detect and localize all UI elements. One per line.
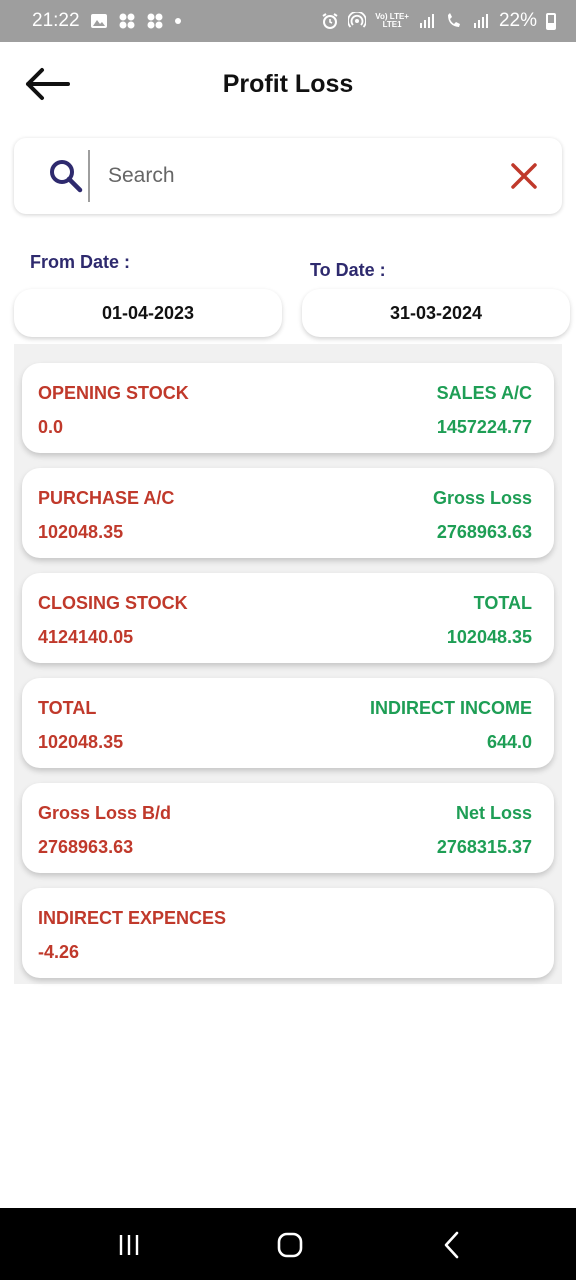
- credit-title: INDIRECT INCOME: [370, 698, 532, 718]
- debit-value: 4124140.05: [38, 627, 134, 647]
- search-icon[interactable]: [48, 158, 84, 194]
- battery-icon: [546, 12, 556, 30]
- list-item: PURCHASE A/C 102048.35 Gross Loss 276896…: [22, 468, 554, 558]
- credit-title: TOTAL: [473, 593, 532, 613]
- debit-value: 0.0: [38, 417, 64, 437]
- debit-value: 2768963.63: [38, 837, 134, 857]
- hotspot-icon: [348, 12, 367, 28]
- status-left: 21:22: [32, 10, 182, 32]
- clear-search-icon[interactable]: [510, 162, 538, 190]
- app-notification-icon: [119, 13, 135, 29]
- from-date-label: From Date :: [30, 252, 131, 272]
- credit-title: Net Loss: [455, 803, 532, 823]
- to-date-picker[interactable]: 31-03-2024: [302, 289, 570, 337]
- to-date-label: To Date :: [310, 260, 386, 280]
- credit-value: 1457224.77: [436, 417, 532, 437]
- credit-value: 2768315.37: [436, 837, 532, 857]
- battery-percent: 22%: [498, 10, 537, 31]
- signal-icon-2: [473, 14, 488, 28]
- debit-title: CLOSING STOCK: [38, 593, 188, 613]
- debit-title: OPENING STOCK: [38, 383, 189, 403]
- wifi-calling-icon: [447, 13, 460, 27]
- more-notifications-dot-icon: [174, 18, 181, 24]
- back-nav-icon[interactable]: [437, 1230, 467, 1260]
- credit-title: SALES A/C: [436, 383, 532, 403]
- search-divider: [88, 150, 90, 202]
- system-nav-bar: [0, 1208, 576, 1280]
- profit-loss-list: OPENING STOCK 0.0 SALES A/C 1457224.77 P…: [14, 344, 562, 984]
- from-date-value: 01-04-2023: [101, 302, 195, 323]
- gallery-icon: [90, 14, 107, 28]
- network-bottom-text: LTE1: [382, 20, 402, 29]
- debit-title: INDIRECT EXPENCES: [38, 908, 227, 928]
- debit-value: 102048.35: [38, 522, 124, 542]
- debit-value: 102048.35: [38, 732, 124, 752]
- list-item: CLOSING STOCK 4124140.05 TOTAL 102048.35: [22, 573, 554, 663]
- search-bar[interactable]: [14, 138, 562, 214]
- app-header: Profit Loss: [0, 42, 576, 128]
- list-item: Gross Loss B/d 2768963.63 Net Loss 27683…: [22, 783, 554, 873]
- search-input[interactable]: [108, 152, 488, 200]
- list-item: TOTAL 102048.35 INDIRECT INCOME 644.0: [22, 678, 554, 768]
- debit-title: PURCHASE A/C: [38, 488, 175, 508]
- status-right: Vo) LTE+ LTE1 22%: [321, 10, 556, 32]
- status-bar: 21:22 Vo) LTE+ LTE1 22%: [0, 0, 576, 42]
- network-type-indicator: Vo) LTE+ LTE1: [375, 13, 409, 29]
- page-title: Profit Loss: [222, 70, 354, 98]
- recent-apps-icon[interactable]: [114, 1230, 144, 1260]
- debit-value: -4.26: [38, 942, 80, 962]
- credit-value: 644.0: [486, 732, 532, 752]
- to-date-value: 31-03-2024: [389, 302, 483, 323]
- credit-title: Gross Loss: [432, 488, 532, 508]
- alarm-icon: [322, 13, 338, 29]
- home-icon[interactable]: [275, 1230, 305, 1260]
- from-date-picker[interactable]: 01-04-2023: [14, 289, 282, 337]
- debit-title: TOTAL: [38, 698, 97, 718]
- list-item: OPENING STOCK 0.0 SALES A/C 1457224.77: [22, 363, 554, 453]
- status-time: 21:22: [32, 10, 80, 31]
- debit-title: Gross Loss B/d: [38, 803, 172, 823]
- list-item: INDIRECT EXPENCES -4.26: [22, 888, 554, 978]
- credit-value: 102048.35: [446, 627, 532, 647]
- app-notification-icon-2: [147, 13, 163, 29]
- signal-icon: [419, 14, 434, 28]
- credit-value: 2768963.63: [436, 522, 532, 542]
